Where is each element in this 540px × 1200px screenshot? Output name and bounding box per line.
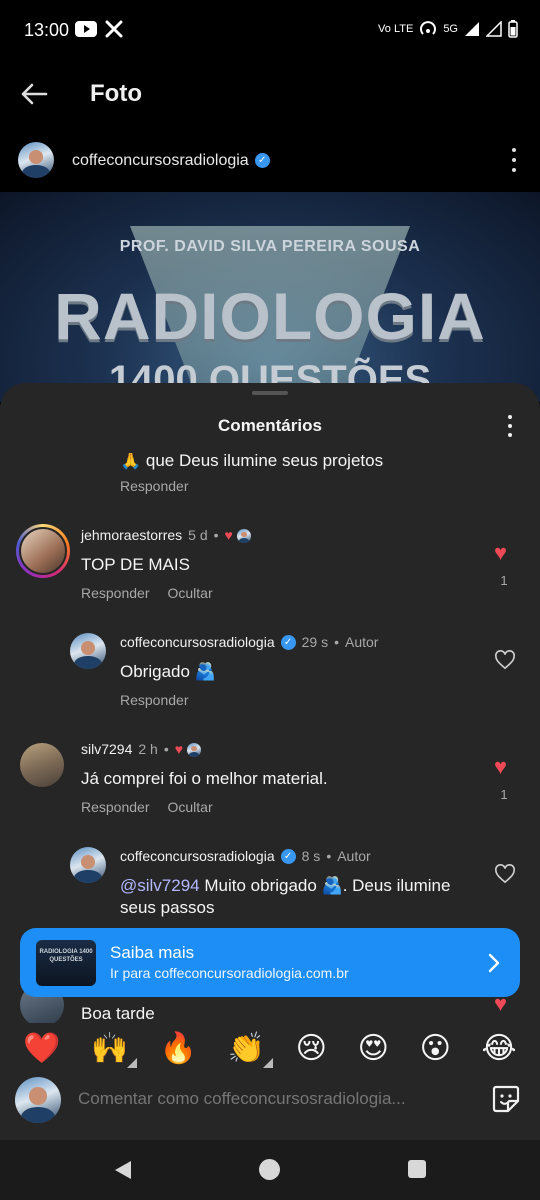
hide-button[interactable]: Ocultar: [168, 799, 213, 815]
commenter-avatar[interactable]: [70, 633, 106, 669]
network-type: 5G: [443, 22, 458, 35]
post-author-name[interactable]: coffeconcursosradiologia: [72, 152, 249, 169]
comment-text: Obrigado 🫂: [120, 662, 216, 681]
status-time: 13:00: [24, 20, 70, 40]
system-nav-bar: [0, 1140, 540, 1200]
post-author-row: coffeconcursosradiologia ✓: [0, 126, 540, 192]
comment-username[interactable]: coffeconcursosradiologia: [120, 634, 275, 650]
signal-icon-2: [486, 21, 502, 37]
emoji-raising-hands[interactable]: 🙌: [91, 1034, 128, 1064]
like-heart-outline-icon[interactable]: [494, 650, 516, 670]
quick-emoji-bar: ❤️ 🙌 🔥 👏 😢 😍 😮 😂: [0, 1019, 540, 1079]
emoji-clapping[interactable]: 👏: [228, 1034, 265, 1064]
app-header: Foto: [0, 62, 540, 126]
like-heart-outline-icon[interactable]: [494, 864, 516, 884]
volte-indicator: Vo LTE: [378, 22, 414, 35]
emoji-fire[interactable]: 🔥: [159, 1034, 196, 1064]
back-arrow-icon[interactable]: [18, 78, 50, 110]
comment-text: Já comprei foi o melhor material.: [81, 769, 328, 788]
comment-username[interactable]: silv7294: [81, 741, 132, 757]
reply-button[interactable]: Responder: [81, 585, 150, 601]
comment-header: coffeconcursosradiologia ✓ 29 s • Autor: [120, 634, 379, 651]
current-user-avatar: [15, 1077, 61, 1123]
banner-link: Ir para coffeconcursoradiologia.com.br: [110, 965, 349, 981]
nav-home-icon[interactable]: [259, 1159, 280, 1180]
signal-icon: [465, 22, 479, 36]
commenter-avatar[interactable]: [16, 524, 70, 578]
emoji-heart-eyes[interactable]: 😍: [358, 1034, 389, 1064]
sticker-icon[interactable]: [490, 1083, 522, 1115]
like-heart-filled-icon[interactable]: ♥: [494, 756, 507, 778]
author-label: Autor: [337, 848, 371, 864]
post-image[interactable]: PROF. DAVID SILVA PEREIRA SOUSA RADIOLOG…: [0, 192, 540, 402]
like-heart-filled-icon[interactable]: ♥: [494, 542, 507, 564]
author-label: Autor: [345, 634, 379, 650]
post-image-caption: PROF. DAVID SILVA PEREIRA SOUSA: [119, 238, 421, 255]
hotspot-icon: [420, 21, 437, 35]
nav-recents-icon[interactable]: [408, 1160, 426, 1178]
banner-thumbnail: RADIOLOGIA 1400 QUESTÕES: [36, 940, 96, 986]
comment-time: 8 s: [301, 848, 321, 864]
commenter-avatar[interactable]: [20, 743, 64, 787]
reply-button[interactable]: Responder: [120, 478, 189, 494]
page-title: Foto: [90, 80, 142, 107]
comment-composer: [0, 1077, 540, 1140]
reply-button[interactable]: Responder: [120, 692, 189, 708]
verified-badge-icon: ✓: [280, 635, 296, 651]
creator-liked-heart-icon: ♥: [224, 527, 233, 543]
youtube-icon: [75, 21, 97, 37]
comment-header: coffeconcursosradiologia ✓ 8 s • Autor: [120, 848, 371, 865]
creator-mini-avatar: [236, 528, 251, 543]
creator-liked-heart-icon: ♥: [174, 741, 184, 757]
sheet-options-icon[interactable]: [506, 415, 514, 437]
comment-time: 5 d: [188, 527, 208, 543]
emoji-surprised[interactable]: 😮: [420, 1034, 451, 1064]
sheet-drag-handle[interactable]: [252, 391, 288, 395]
status-bar: 13:00 Vo LTE 5G: [0, 0, 540, 62]
comment-time: 2 h: [138, 741, 158, 757]
mention-link[interactable]: @silv7294: [120, 876, 200, 895]
reply-button[interactable]: Responder: [81, 799, 150, 815]
banner-title: Saiba mais: [110, 943, 195, 962]
chevron-right-icon: [488, 953, 500, 973]
hide-button[interactable]: Ocultar: [168, 585, 213, 601]
comment-username[interactable]: jehmoraestorres: [81, 527, 182, 543]
post-image-title: RADIOLOGIA: [54, 279, 486, 353]
emoji-laughing[interactable]: 😂: [482, 1034, 517, 1064]
comment-header: jehmoraestorres 5 d • ♥: [81, 527, 251, 545]
commenter-avatar[interactable]: [70, 847, 106, 883]
emoji-crying[interactable]: 😢: [296, 1034, 327, 1064]
battery-icon: [508, 20, 518, 38]
nav-back-icon[interactable]: [112, 1159, 134, 1181]
like-count: 1: [500, 787, 508, 802]
comment-text: @silv7294 Muito obrigado 🫂. Deus ilumine…: [120, 875, 480, 919]
post-options-icon[interactable]: [510, 148, 518, 172]
comment-time: 29 s: [301, 634, 329, 650]
comment-username[interactable]: coffeconcursosradiologia: [120, 848, 275, 864]
comment-input[interactable]: [78, 1089, 448, 1109]
like-count: 1: [500, 573, 508, 588]
post-author-username[interactable]: coffeconcursosradiologia ✓: [72, 152, 270, 170]
comments-sheet: Comentários 🙏 que Deus ilumine seus proj…: [0, 383, 540, 1140]
tools-icon: [105, 20, 123, 38]
creator-mini-avatar: [187, 742, 202, 757]
comment-header: silv7294 2 h • ♥: [81, 741, 202, 759]
comment-text: TOP DE MAIS: [81, 555, 190, 574]
verified-badge-icon: ✓: [280, 849, 296, 865]
verified-badge-icon: ✓: [254, 153, 270, 169]
emoji-heart[interactable]: ❤️: [23, 1034, 60, 1064]
post-author-avatar[interactable]: [18, 142, 54, 178]
sheet-title: Comentários: [218, 416, 322, 435]
comment-text: 🙏 que Deus ilumine seus projetos: [120, 453, 384, 470]
learn-more-banner[interactable]: RADIOLOGIA 1400 QUESTÕES Saiba mais Ir p…: [20, 928, 520, 997]
